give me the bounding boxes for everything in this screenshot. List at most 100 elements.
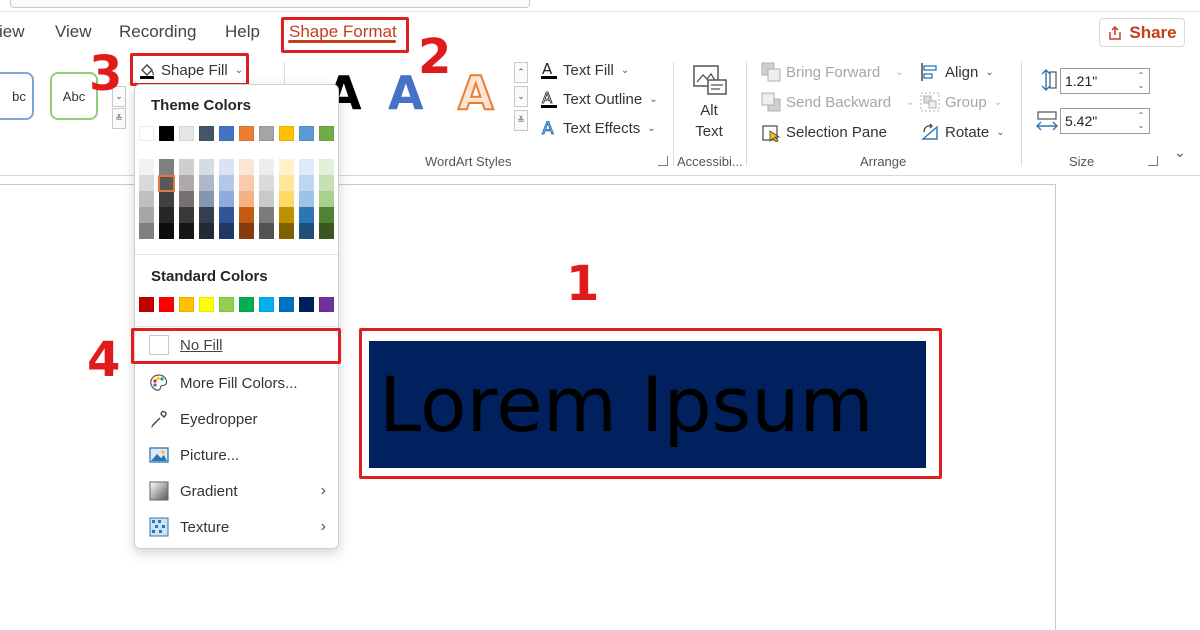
- theme-tint-swatch[interactable]: [239, 191, 254, 207]
- theme-color-swatch[interactable]: [199, 126, 214, 141]
- text-effects-button[interactable]: A Text Effects ⌄: [540, 118, 656, 139]
- tab-view[interactable]: View: [55, 22, 92, 42]
- theme-tint-swatch[interactable]: [179, 207, 194, 223]
- tab-review[interactable]: iew: [0, 22, 25, 42]
- theme-tint-swatch[interactable]: [279, 223, 294, 239]
- send-backward-button[interactable]: Send Backward ⌄: [761, 92, 914, 112]
- theme-tint-swatch[interactable]: [219, 159, 234, 175]
- theme-tint-swatch[interactable]: [239, 175, 254, 191]
- texture-option[interactable]: Texture ›: [135, 510, 338, 544]
- theme-color-swatch[interactable]: [279, 126, 294, 141]
- theme-tint-swatch[interactable]: [319, 159, 334, 175]
- theme-tint-swatch[interactable]: [199, 191, 214, 207]
- theme-tint-swatch[interactable]: [299, 191, 314, 207]
- theme-tint-swatch[interactable]: [299, 223, 314, 239]
- theme-tint-swatch[interactable]: [279, 191, 294, 207]
- standard-color-swatch[interactable]: [319, 297, 334, 312]
- theme-tint-swatch[interactable]: [259, 175, 274, 191]
- standard-color-swatch[interactable]: [179, 297, 194, 312]
- standard-color-swatch[interactable]: [259, 297, 274, 312]
- theme-tint-swatch[interactable]: [299, 159, 314, 175]
- theme-tint-swatch[interactable]: [179, 175, 194, 191]
- theme-color-swatch[interactable]: [179, 126, 194, 141]
- theme-color-swatch[interactable]: [219, 126, 234, 141]
- theme-color-swatch[interactable]: [259, 126, 274, 141]
- theme-tint-swatch[interactable]: [239, 207, 254, 223]
- theme-tint-swatch[interactable]: [219, 175, 234, 191]
- wordart-preview-orange[interactable]: A: [457, 69, 495, 117]
- tab-recording[interactable]: Recording: [119, 22, 197, 42]
- tab-help[interactable]: Help: [225, 22, 260, 42]
- standard-color-swatch[interactable]: [159, 297, 174, 312]
- theme-tint-swatch[interactable]: [319, 223, 334, 239]
- theme-tint-swatch[interactable]: [139, 175, 154, 191]
- theme-tint-swatch[interactable]: [319, 207, 334, 223]
- shape-styles-more[interactable]: ≚: [112, 108, 126, 129]
- standard-color-swatch[interactable]: [139, 297, 154, 312]
- theme-tint-swatch[interactable]: [259, 207, 274, 223]
- standard-color-swatch[interactable]: [299, 297, 314, 312]
- selection-pane-button[interactable]: Selection Pane: [761, 122, 887, 142]
- theme-tint-swatch[interactable]: [299, 207, 314, 223]
- theme-tint-swatch[interactable]: [259, 191, 274, 207]
- theme-tint-swatch[interactable]: [239, 159, 254, 175]
- theme-tint-swatch[interactable]: [159, 191, 174, 207]
- standard-color-swatch[interactable]: [239, 297, 254, 312]
- size-dialog-launcher[interactable]: [1148, 156, 1158, 166]
- theme-tint-swatch[interactable]: [219, 191, 234, 207]
- wordart-scroll-down[interactable]: ⌄: [514, 86, 528, 107]
- collapse-ribbon-chevron-icon[interactable]: ⌄: [1174, 144, 1186, 161]
- theme-tint-swatch[interactable]: [299, 175, 314, 191]
- theme-tint-swatch[interactable]: [179, 191, 194, 207]
- standard-color-swatch[interactable]: [279, 297, 294, 312]
- theme-tint-swatch[interactable]: [239, 223, 254, 239]
- standard-color-swatch[interactable]: [199, 297, 214, 312]
- theme-tint-swatch[interactable]: [179, 223, 194, 239]
- theme-tint-swatch[interactable]: [319, 191, 334, 207]
- theme-color-swatch[interactable]: [139, 126, 154, 141]
- theme-tint-swatch[interactable]: [159, 223, 174, 239]
- eyedropper-option[interactable]: Eyedropper: [135, 402, 338, 436]
- theme-tint-swatch[interactable]: [259, 223, 274, 239]
- theme-tint-swatch[interactable]: [199, 159, 214, 175]
- theme-tint-swatch[interactable]: [139, 223, 154, 239]
- theme-tint-swatch[interactable]: [199, 207, 214, 223]
- gradient-option[interactable]: Gradient ›: [135, 474, 338, 508]
- share-button[interactable]: Share: [1099, 18, 1185, 47]
- theme-tint-swatch[interactable]: [219, 207, 234, 223]
- text-fill-button[interactable]: A Text Fill ⌄: [540, 60, 629, 80]
- more-fill-colors-option[interactable]: More Fill Colors...: [135, 366, 338, 400]
- search-box[interactable]: [10, 0, 530, 8]
- theme-tint-swatch[interactable]: [139, 207, 154, 223]
- standard-color-swatch[interactable]: [219, 297, 234, 312]
- theme-tint-swatch[interactable]: [259, 159, 274, 175]
- text-outline-button[interactable]: A Text Outline ⌄: [540, 89, 658, 109]
- theme-tint-swatch[interactable]: [139, 159, 154, 175]
- theme-tint-swatch[interactable]: [199, 175, 214, 191]
- height-spinner[interactable]: ⌃ ⌄: [1135, 71, 1147, 91]
- picture-option[interactable]: Picture...: [135, 438, 338, 472]
- alt-text-button[interactable]: Alt Text: [686, 62, 732, 146]
- theme-color-swatch[interactable]: [159, 126, 174, 141]
- theme-tint-swatch[interactable]: [319, 175, 334, 191]
- theme-color-swatch[interactable]: [299, 126, 314, 141]
- theme-tint-swatch[interactable]: [179, 159, 194, 175]
- wordart-scroll-up[interactable]: ⌃: [514, 62, 528, 83]
- theme-tint-swatch[interactable]: [199, 223, 214, 239]
- shape-width-input[interactable]: 5.42" ⌃ ⌄: [1060, 108, 1150, 134]
- theme-tint-swatch[interactable]: [139, 191, 154, 207]
- shape-height-input[interactable]: 1.21" ⌃ ⌄: [1060, 68, 1150, 94]
- wordart-dialog-launcher[interactable]: [658, 156, 668, 166]
- bring-forward-button[interactable]: Bring Forward ⌄: [761, 62, 904, 82]
- theme-tint-swatch[interactable]: [159, 159, 174, 175]
- shape-style-preview-1[interactable]: bc: [0, 72, 34, 120]
- theme-tint-swatch[interactable]: [279, 207, 294, 223]
- theme-tint-swatch[interactable]: [219, 223, 234, 239]
- theme-color-swatch[interactable]: [319, 126, 334, 141]
- width-spinner[interactable]: ⌃ ⌄: [1135, 111, 1147, 131]
- group-button[interactable]: Group ⌄: [920, 92, 1002, 112]
- rotate-button[interactable]: Rotate ⌄: [920, 122, 1005, 142]
- wordart-more[interactable]: ≚: [514, 110, 528, 131]
- theme-tint-swatch[interactable]: [159, 207, 174, 223]
- align-button[interactable]: Align ⌄: [920, 62, 994, 82]
